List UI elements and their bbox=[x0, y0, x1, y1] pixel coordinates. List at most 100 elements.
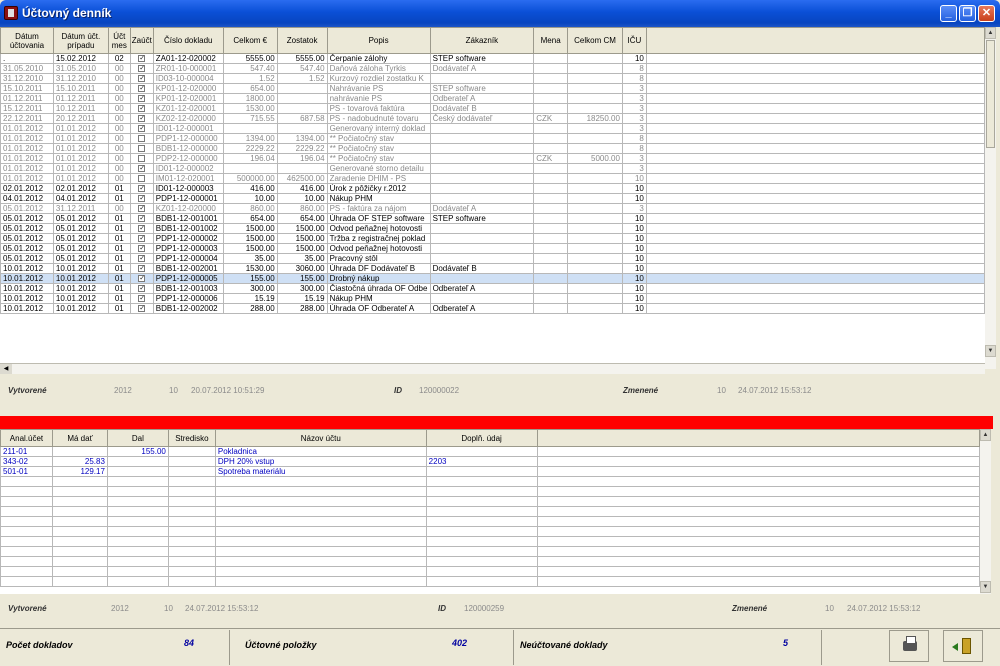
col-description-header[interactable]: Popis bbox=[326, 27, 431, 54]
table-row[interactable]: 501-01 129.17 Spotreba materiálu bbox=[0, 466, 980, 477]
cell-posted-checkbox[interactable]: ✓ bbox=[129, 113, 154, 124]
cell-posted-checkbox[interactable]: ✓ bbox=[129, 223, 154, 234]
table-row[interactable]: 01.01.2012 01.01.2012 00 PDP1-12-000000 1394… bbox=[0, 133, 985, 144]
cell-posted-checkbox[interactable]: ✓ bbox=[129, 163, 154, 174]
checked-checkbox-icon[interactable]: ✓ bbox=[138, 275, 146, 283]
close-button[interactable]: ✕ bbox=[978, 5, 995, 22]
checked-checkbox-icon[interactable]: ✓ bbox=[138, 305, 146, 313]
unchecked-checkbox-icon[interactable] bbox=[138, 155, 146, 163]
checked-checkbox-icon[interactable]: ✓ bbox=[138, 235, 146, 243]
cell-posted-checkbox[interactable]: ✓ bbox=[129, 93, 154, 104]
checked-checkbox-icon[interactable]: ✓ bbox=[138, 65, 146, 73]
detail-scrollbar[interactable]: ▲ ▼ bbox=[980, 429, 991, 594]
col-customer-header[interactable]: Zákazník bbox=[429, 27, 535, 54]
table-row[interactable]: 01.01.2012 01.01.2012 00 BDB1-12-000000 2229… bbox=[0, 143, 985, 154]
checked-checkbox-icon[interactable]: ✓ bbox=[138, 245, 146, 253]
checked-checkbox-icon[interactable]: ✓ bbox=[138, 225, 146, 233]
table-row[interactable]: 01.12.2011 01.12.2011 00 ✓ KP01-12-020001 180… bbox=[0, 93, 985, 104]
cell-posted-checkbox[interactable]: ✓ bbox=[129, 253, 154, 264]
unchecked-checkbox-icon[interactable] bbox=[138, 135, 146, 143]
checked-checkbox-icon[interactable]: ✓ bbox=[138, 105, 146, 113]
checked-checkbox-icon[interactable]: ✓ bbox=[138, 125, 146, 133]
col-credit-header[interactable]: Dal bbox=[106, 429, 169, 447]
checked-checkbox-icon[interactable]: ✓ bbox=[138, 215, 146, 223]
scroll-down-arrow-icon[interactable]: ▼ bbox=[985, 345, 996, 357]
checked-checkbox-icon[interactable]: ✓ bbox=[138, 255, 146, 263]
table-row[interactable]: 05.01.2012 05.01.2012 01 ✓ PDP1-12-000002 150… bbox=[0, 233, 985, 244]
table-row[interactable]: 22.12.2011 20.12.2011 00 ✓ KZ02-12-020000 715… bbox=[0, 113, 985, 124]
cell-posted-checkbox[interactable]: ✓ bbox=[129, 203, 154, 214]
checked-checkbox-icon[interactable]: ✓ bbox=[138, 195, 146, 203]
table-row[interactable]: 211-01 155.00 Pokladnica bbox=[0, 446, 980, 457]
cell-posted-checkbox[interactable] bbox=[129, 133, 154, 144]
cell-posted-checkbox[interactable] bbox=[129, 143, 154, 154]
exit-button[interactable] bbox=[943, 630, 983, 662]
table-row[interactable]: 01.01.2012 01.01.2012 00 IM01-12-020001 5000… bbox=[0, 173, 985, 184]
scroll-left-arrow-icon[interactable]: ◀ bbox=[0, 364, 12, 374]
cell-posted-checkbox[interactable]: ✓ bbox=[129, 103, 154, 114]
detail-scroll-down-arrow-icon[interactable]: ▼ bbox=[980, 581, 991, 593]
maximize-button[interactable]: ❐ bbox=[959, 5, 976, 22]
table-row[interactable]: 05.01.2012 05.01.2012 01 ✓ BDB1-12-001001 654… bbox=[0, 213, 985, 224]
table-row[interactable]: 15.12.2011 10.12.2011 00 ✓ KZ01-12-020001 153… bbox=[0, 103, 985, 114]
checked-checkbox-icon[interactable]: ✓ bbox=[138, 205, 146, 213]
checked-checkbox-icon[interactable]: ✓ bbox=[138, 95, 146, 103]
cell-posted-checkbox[interactable]: ✓ bbox=[129, 53, 154, 64]
cell-posted-checkbox[interactable] bbox=[129, 153, 154, 164]
table-row[interactable]: 01.01.2012 01.01.2012 00 ✓ ID01-12-000001 Gen… bbox=[0, 123, 985, 134]
checked-checkbox-icon[interactable]: ✓ bbox=[138, 265, 146, 273]
table-row[interactable]: . 15.02.2012 02 ✓ ZA01-12-020002 5555.00 5555.… bbox=[0, 53, 985, 64]
table-row[interactable]: 05.01.2012 05.01.2012 01 ✓ PDP1-12-000004 35.… bbox=[0, 253, 985, 264]
cell-posted-checkbox[interactable]: ✓ bbox=[129, 73, 154, 84]
cell-posted-checkbox[interactable]: ✓ bbox=[129, 83, 154, 94]
col-center-header[interactable]: Stredisko bbox=[167, 429, 216, 447]
cell-posted-checkbox[interactable]: ✓ bbox=[129, 283, 154, 294]
table-row[interactable]: 31.05.2010 31.05.2010 00 ✓ ZR01-10-000001 547… bbox=[0, 63, 985, 74]
col-doc-number-header[interactable]: Číslo dokladu bbox=[152, 27, 224, 54]
cell-posted-checkbox[interactable]: ✓ bbox=[129, 213, 154, 224]
journal-scrollbar[interactable]: ▲ ▼ bbox=[985, 27, 996, 369]
col-icu-header[interactable]: IČU bbox=[621, 27, 647, 54]
scroll-thumb[interactable] bbox=[986, 40, 995, 148]
col-case-date-header[interactable]: Dátum účt. prípadu bbox=[52, 27, 109, 54]
table-row[interactable]: 10.01.2012 10.01.2012 01 ✓ BDB1-12-002002 288… bbox=[0, 303, 985, 314]
table-row[interactable]: 343-02 25.83 DPH 20% vstup 2203 bbox=[0, 456, 980, 467]
col-total-cm-header[interactable]: Celkom CM bbox=[567, 27, 623, 54]
col-balance-header[interactable]: Zostatok bbox=[276, 27, 328, 54]
col-currency-header[interactable]: Mena bbox=[533, 27, 569, 54]
cell-posted-checkbox[interactable]: ✓ bbox=[129, 183, 154, 194]
col-account-name-header[interactable]: Názov účtu bbox=[214, 429, 427, 447]
table-row[interactable]: 31.12.2010 31.12.2010 00 ✓ ID03-10-000004 1.5… bbox=[0, 73, 985, 84]
checked-checkbox-icon[interactable]: ✓ bbox=[138, 295, 146, 303]
table-row[interactable]: 05.01.2012 05.01.2012 01 ✓ BDB1-12-001002 150… bbox=[0, 223, 985, 234]
cell-posted-checkbox[interactable] bbox=[129, 173, 154, 184]
detail-scroll-up-arrow-icon[interactable]: ▲ bbox=[980, 429, 991, 441]
table-row[interactable]: 05.01.2012 31.12.2011 00 ✓ KZ01-12-020000 860… bbox=[0, 203, 985, 214]
checked-checkbox-icon[interactable]: ✓ bbox=[138, 185, 146, 193]
checked-checkbox-icon[interactable]: ✓ bbox=[138, 115, 146, 123]
table-row[interactable]: 10.01.2012 10.01.2012 01 ✓ BDB1-12-001003 300… bbox=[0, 283, 985, 294]
col-account-month-header[interactable]: Účt mes bbox=[107, 27, 131, 54]
cell-posted-checkbox[interactable]: ✓ bbox=[129, 123, 154, 134]
checked-checkbox-icon[interactable]: ✓ bbox=[138, 285, 146, 293]
col-posted-header[interactable]: Zaúčt bbox=[129, 27, 154, 54]
journal-hscrollbar[interactable]: ◀ bbox=[0, 363, 985, 374]
scroll-up-arrow-icon[interactable]: ▲ bbox=[985, 27, 996, 39]
table-row[interactable]: 10.01.2012 10.01.2012 01 ✓ PDP1-12-000005 155… bbox=[0, 273, 985, 284]
checked-checkbox-icon[interactable]: ✓ bbox=[138, 75, 146, 83]
table-row[interactable]: 01.01.2012 01.01.2012 00 ✓ ID01-12-000002 Gen… bbox=[0, 163, 985, 174]
cell-posted-checkbox[interactable]: ✓ bbox=[129, 293, 154, 304]
print-button[interactable] bbox=[889, 630, 929, 662]
cell-posted-checkbox[interactable]: ✓ bbox=[129, 303, 154, 314]
cell-posted-checkbox[interactable]: ✓ bbox=[129, 273, 154, 284]
cell-posted-checkbox[interactable]: ✓ bbox=[129, 233, 154, 244]
minimize-button[interactable]: _ bbox=[940, 5, 957, 22]
table-row[interactable]: 04.01.2012 04.01.2012 01 ✓ PDP1-12-000001 10.… bbox=[0, 193, 985, 204]
table-row[interactable]: 15.10.2011 15.10.2011 00 ✓ KP01-12-020000 654… bbox=[0, 83, 985, 94]
cell-posted-checkbox[interactable]: ✓ bbox=[129, 193, 154, 204]
cell-posted-checkbox[interactable]: ✓ bbox=[129, 263, 154, 274]
cell-posted-checkbox[interactable]: ✓ bbox=[129, 63, 154, 74]
table-row[interactable]: 10.01.2012 10.01.2012 01 ✓ PDP1-12-000006 15.… bbox=[0, 293, 985, 304]
col-posting-date-header[interactable]: Dátum účtovania bbox=[0, 27, 54, 54]
table-row[interactable]: 05.01.2012 05.01.2012 01 ✓ PDP1-12-000003 150… bbox=[0, 243, 985, 254]
